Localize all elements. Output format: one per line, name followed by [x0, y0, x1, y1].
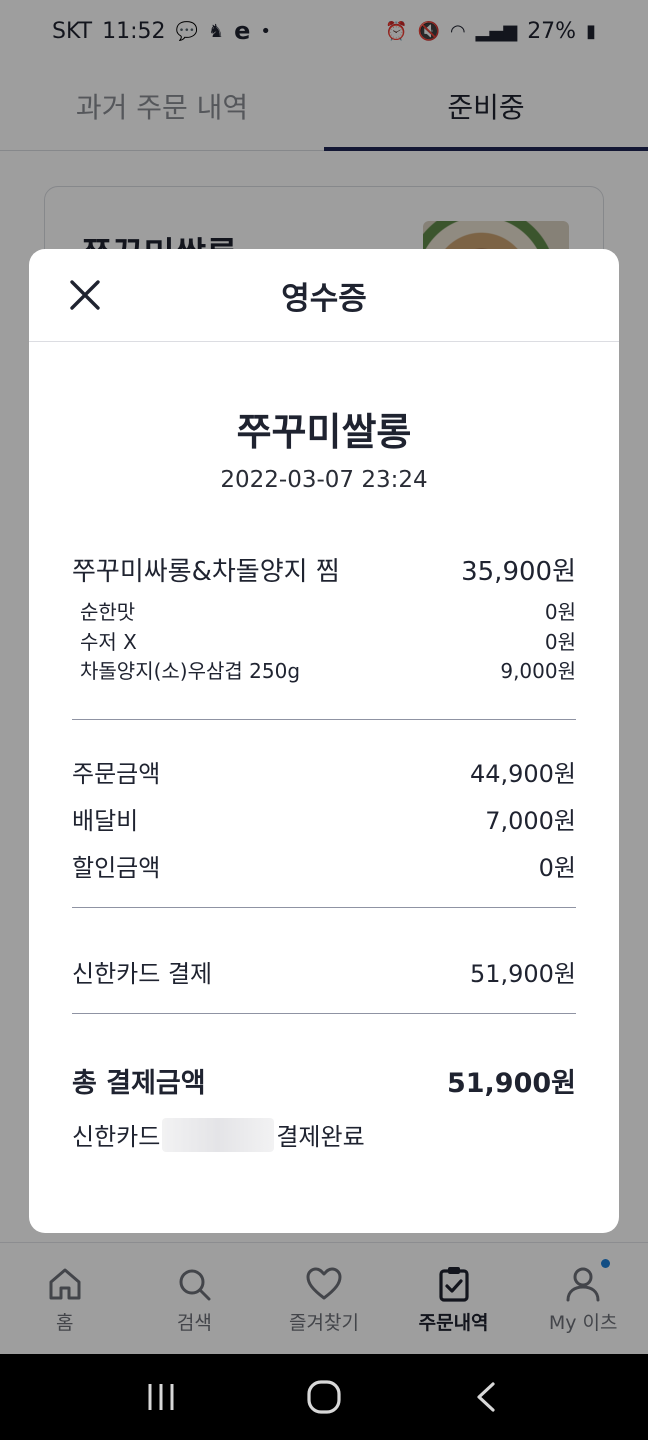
masked-card-number — [162, 1117, 275, 1152]
delivery-fee-value: 7,000원 — [485, 807, 576, 835]
back-icon[interactable] — [469, 1379, 505, 1415]
payment-method-row: 신한카드 결제 51,900원 — [72, 954, 576, 989]
order-amount-value: 44,900원 — [469, 760, 576, 788]
menu-item-row: 쭈꾸미싸롱&차돌양지 찜 35,900원 — [72, 551, 576, 588]
delivery-fee-row: 배달비 7,000원 — [72, 801, 576, 836]
home-button-icon[interactable] — [304, 1377, 344, 1417]
close-button[interactable] — [67, 277, 103, 313]
option-price: 0원 — [544, 600, 576, 624]
discount-value: 0원 — [538, 854, 576, 882]
divider — [72, 719, 576, 720]
option-price: 9,000원 — [500, 659, 576, 683]
payment-status: 신한카드 결제완료 — [72, 1117, 365, 1152]
discount-row: 할인금액 0원 — [72, 848, 576, 883]
menu-item-price: 35,900원 — [461, 557, 576, 587]
option-row: 차돌양지(소)우삼겹 250g 9,000원 — [80, 655, 576, 684]
option-name: 순한맛 — [80, 600, 136, 624]
receipt-modal: 영수증 쭈꾸미쌀롱 2022-03-07 23:24 쭈꾸미싸롱&차돌양지 찜 … — [29, 249, 619, 1233]
payment-method-amount: 51,900원 — [469, 960, 576, 988]
option-price: 0원 — [544, 630, 576, 654]
total-row: 총 결제금액 51,900원 — [72, 1061, 576, 1100]
option-name: 수저 X — [80, 630, 137, 654]
menu-item-name: 쭈꾸미싸롱&차돌양지 찜 — [72, 557, 340, 587]
total-label: 총 결제금액 — [72, 1068, 206, 1099]
payment-card-name: 신한카드 — [72, 1123, 161, 1151]
close-icon — [67, 277, 103, 313]
order-amount-label: 주문금액 — [72, 760, 161, 788]
option-name: 차돌양지(소)우삼겹 250g — [80, 659, 301, 683]
delivery-fee-label: 배달비 — [72, 807, 139, 835]
recent-apps-icon[interactable] — [143, 1379, 179, 1415]
receipt-order-date: 2022-03-07 23:24 — [220, 467, 428, 493]
order-amount-row: 주문금액 44,900원 — [72, 754, 576, 789]
payment-method-label: 신한카드 결제 — [72, 960, 213, 988]
option-row: 수저 X 0원 — [80, 626, 576, 655]
payment-status-text: 결제완료 — [276, 1123, 365, 1151]
total-amount: 51,900원 — [446, 1068, 576, 1099]
system-nav-bar — [0, 1354, 648, 1440]
divider — [72, 907, 576, 908]
discount-label: 할인금액 — [72, 854, 161, 882]
receipt-store-name: 쭈꾸미쌀롱 — [236, 410, 412, 454]
divider — [72, 1013, 576, 1014]
modal-header: 영수증 — [29, 249, 619, 342]
modal-title: 영수증 — [281, 280, 367, 317]
option-row: 순한맛 0원 — [80, 596, 576, 625]
